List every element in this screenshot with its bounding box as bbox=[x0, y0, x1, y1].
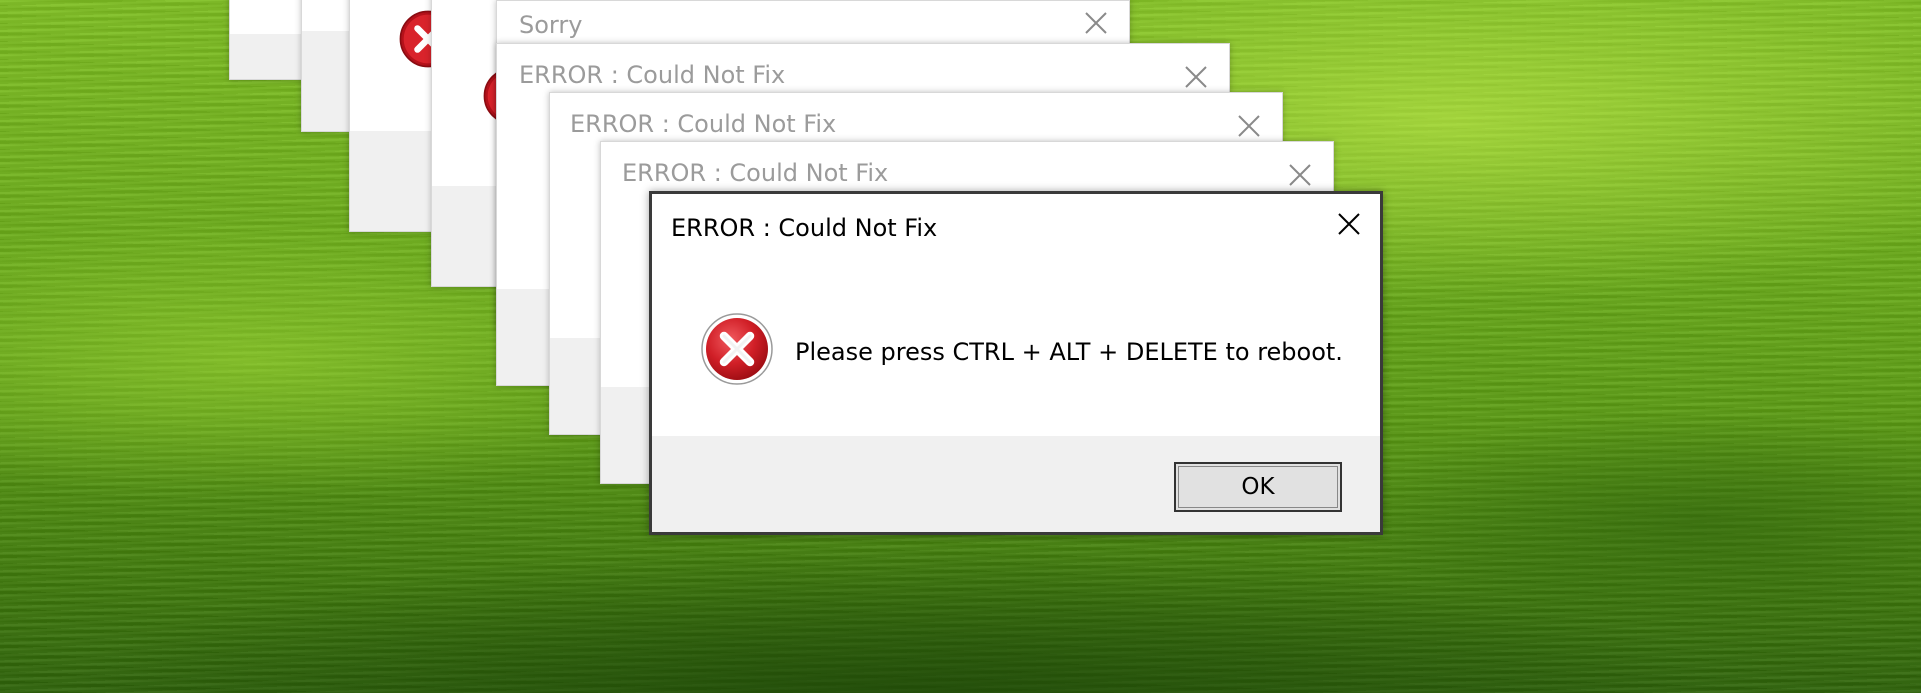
dialog-title: Sorry bbox=[519, 11, 583, 39]
dialog-title: ERROR : Could Not Fix bbox=[622, 159, 889, 187]
close-icon[interactable] bbox=[1336, 211, 1362, 237]
dialog-title: ERROR : Could Not Fix bbox=[519, 61, 786, 89]
close-icon[interactable] bbox=[1083, 10, 1109, 36]
dialog-title: ERROR : Could Not Fix bbox=[570, 110, 837, 138]
error-dialog: ERROR : Could Not Fix Please press CTRL … bbox=[649, 191, 1383, 535]
close-icon[interactable] bbox=[1287, 162, 1313, 188]
desktop-wallpaper: Sorry ERROR : Could Not Fix ERROR : Coul… bbox=[0, 0, 1921, 693]
close-icon[interactable] bbox=[1183, 64, 1209, 90]
dialog-title: ERROR : Could Not Fix bbox=[671, 214, 938, 242]
ok-button[interactable]: OK bbox=[1174, 462, 1342, 512]
error-icon bbox=[700, 312, 774, 386]
close-icon[interactable] bbox=[1236, 113, 1262, 139]
error-message: Please press CTRL + ALT + DELETE to rebo… bbox=[795, 338, 1343, 366]
